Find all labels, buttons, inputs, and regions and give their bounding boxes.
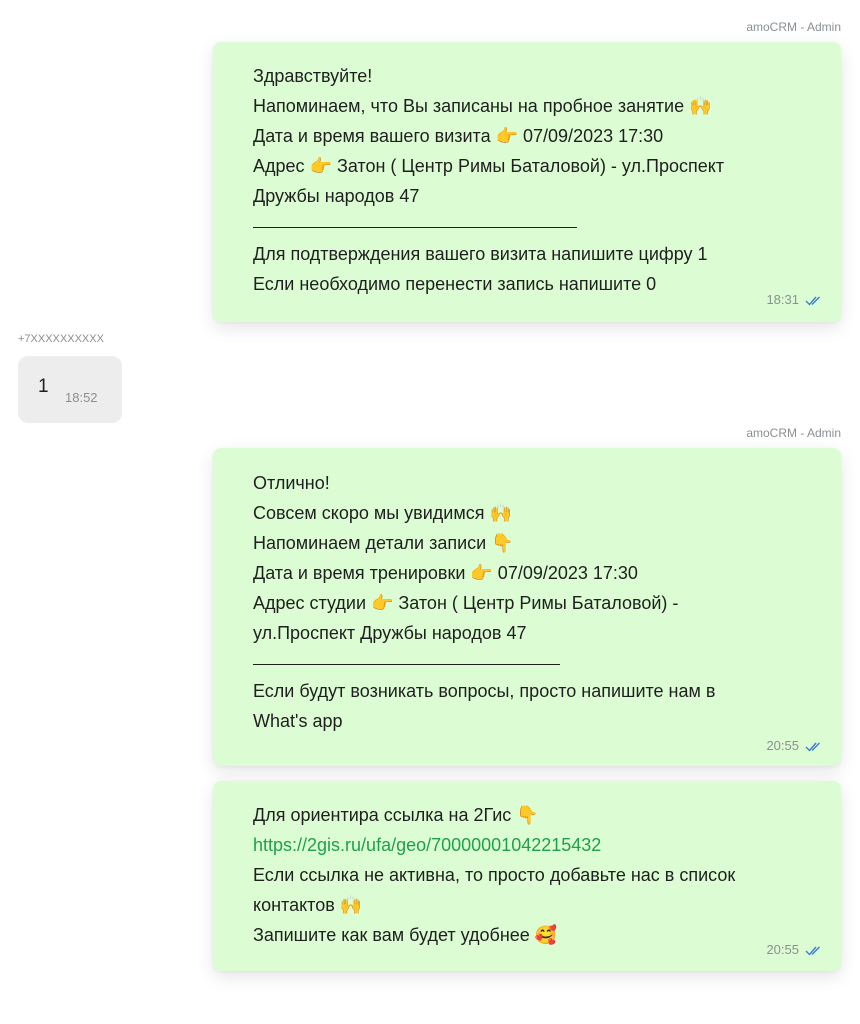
outgoing-message[interactable]: Здравствуйте! Напоминаем, что Вы записан… xyxy=(213,42,841,322)
message-line: Если необходимо перенести запись напишит… xyxy=(253,274,657,294)
message-meta: 18:31 xyxy=(766,285,823,315)
double-check-icon xyxy=(805,945,823,956)
sender-label: amoCRM - Admin xyxy=(746,426,841,440)
message-line: Для подтверждения вашего визита напишите… xyxy=(253,244,708,264)
sender-label: +7XXXXXXXXXX xyxy=(18,333,104,345)
message-time: 20:55 xyxy=(766,738,799,753)
separator-line xyxy=(253,227,577,228)
message-meta: 20:55 xyxy=(766,935,823,965)
message-line: Отлично! xyxy=(253,473,330,493)
message-line: Запишите как вам будет удобнее 🥰 xyxy=(253,925,558,945)
message-line: Дружбы народов 47 xyxy=(253,186,420,206)
message-line: Адрес студии 👉 Затон ( Центр Римы Батало… xyxy=(253,593,679,613)
message-time: 18:31 xyxy=(766,292,799,307)
message-time: 20:55 xyxy=(766,942,799,957)
message-line: Дата и время вашего визита 👉 07/09/2023 … xyxy=(253,126,664,146)
message-line: Адрес 👉 Затон ( Центр Римы Баталовой) - … xyxy=(253,156,725,176)
message-time: 18:52 xyxy=(65,390,98,405)
message-line: Совсем скоро мы увидимся 🙌 xyxy=(253,503,512,523)
double-check-icon xyxy=(805,741,823,752)
message-line: Дата и время тренировки 👉 07/09/2023 17:… xyxy=(253,563,638,583)
message-line: What's app xyxy=(253,711,343,731)
incoming-message[interactable]: 1 18:52 xyxy=(18,356,122,423)
message-line: ул.Проспект Дружбы народов 47 xyxy=(253,623,527,643)
message-line: Для ориентира ссылка на 2Гис 👇 xyxy=(253,805,539,825)
sender-label: amoCRM - Admin xyxy=(746,20,841,34)
message-line: Напоминаем детали записи 👇 xyxy=(253,533,514,553)
message-meta: 20:55 xyxy=(766,731,823,761)
outgoing-message[interactable]: Для ориентира ссылка на 2Гис 👇 https://2… xyxy=(213,781,841,971)
map-link[interactable]: https://2gis.ru/ufa/geo/7000000104221543… xyxy=(253,830,757,860)
message-text: 1 xyxy=(38,376,49,397)
message-line: контактов 🙌 xyxy=(253,895,363,915)
message-line: Если будут возникать вопросы, просто нап… xyxy=(253,681,716,701)
double-check-icon xyxy=(805,295,823,306)
message-line: Если ссылка не активна, то просто добавь… xyxy=(253,865,736,885)
message-line: Напоминаем, что Вы записаны на пробное з… xyxy=(253,96,712,116)
outgoing-message[interactable]: Отлично! Совсем скоро мы увидимся 🙌 Напо… xyxy=(213,448,841,766)
message-line: Здравствуйте! xyxy=(253,66,373,86)
separator-line xyxy=(253,664,560,665)
